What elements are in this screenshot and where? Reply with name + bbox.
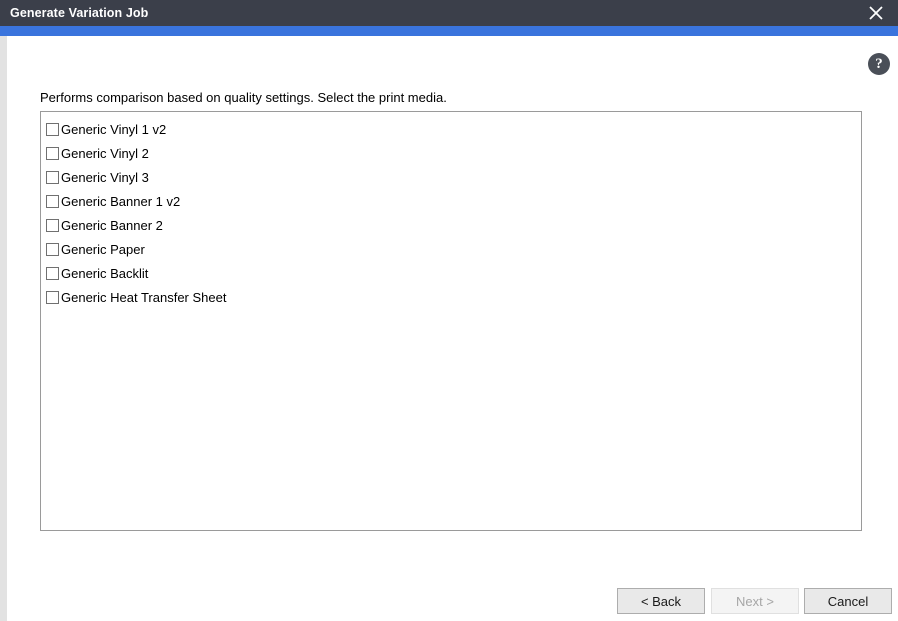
- list-item[interactable]: Generic Vinyl 1 v2: [41, 117, 861, 141]
- close-icon: [869, 6, 883, 20]
- title-bar: Generate Variation Job: [0, 0, 898, 26]
- media-label: Generic Banner 1 v2: [61, 193, 181, 209]
- list-item[interactable]: Generic Paper: [41, 237, 861, 261]
- generate-variation-job-window: Generate Variation Job ? Performs compar…: [0, 0, 898, 621]
- media-label: Generic Banner 2: [61, 217, 163, 233]
- print-media-listbox[interactable]: Generic Vinyl 1 v2 Generic Vinyl 2 Generic…: [40, 111, 862, 531]
- media-checkbox[interactable]: [46, 170, 59, 184]
- media-checkbox[interactable]: [46, 218, 59, 232]
- media-checkbox[interactable]: [46, 290, 59, 304]
- back-button[interactable]: < Back: [617, 588, 705, 614]
- media-checkbox[interactable]: [46, 242, 59, 256]
- cancel-button[interactable]: Cancel: [804, 588, 892, 614]
- list-item[interactable]: Generic Backlit: [41, 261, 861, 285]
- dialog-footer: < Back Next > Cancel: [0, 552, 892, 614]
- instruction-text: Performs comparison based on quality set…: [40, 90, 447, 105]
- media-checkbox[interactable]: [46, 122, 59, 136]
- help-icon[interactable]: ?: [868, 53, 890, 75]
- list-item[interactable]: Generic Banner 1 v2: [41, 189, 861, 213]
- media-label: Generic Backlit: [61, 265, 149, 281]
- accent-bar: [0, 26, 898, 36]
- media-label: Generic Vinyl 1 v2: [61, 121, 167, 137]
- list-item[interactable]: Generic Vinyl 2: [41, 141, 861, 165]
- media-checkbox[interactable]: [46, 194, 59, 208]
- media-label: Generic Paper: [61, 241, 145, 257]
- list-item[interactable]: Generic Heat Transfer Sheet: [41, 285, 861, 309]
- media-label: Generic Heat Transfer Sheet: [61, 289, 227, 305]
- next-button: Next >: [711, 588, 799, 614]
- media-label: Generic Vinyl 3: [61, 169, 149, 185]
- media-checkbox[interactable]: [46, 146, 59, 160]
- media-label: Generic Vinyl 2: [61, 145, 149, 161]
- close-button[interactable]: [854, 0, 898, 26]
- window-title: Generate Variation Job: [10, 6, 149, 20]
- media-checkbox[interactable]: [46, 266, 59, 280]
- list-item[interactable]: Generic Banner 2: [41, 213, 861, 237]
- help-glyph: ?: [875, 55, 883, 72]
- list-item[interactable]: Generic Vinyl 3: [41, 165, 861, 189]
